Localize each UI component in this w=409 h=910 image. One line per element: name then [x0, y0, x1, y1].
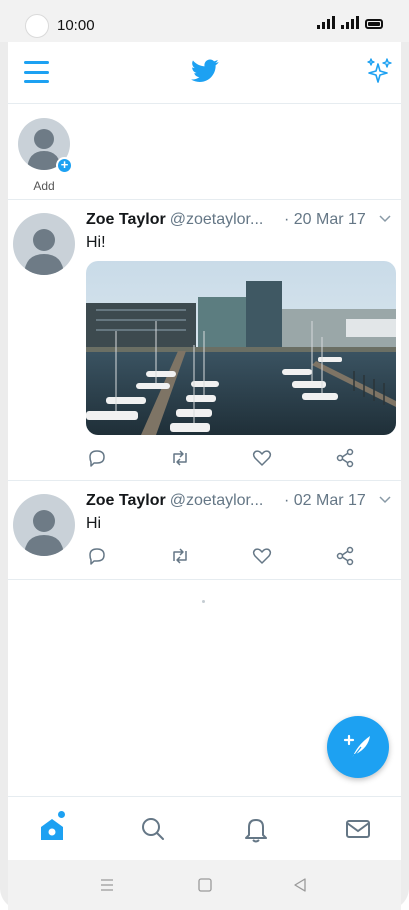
sparkle-icon[interactable] [365, 57, 393, 87]
menu-icon[interactable] [24, 61, 49, 83]
messages-icon[interactable] [344, 815, 372, 843]
retweet-icon[interactable] [169, 545, 191, 567]
tweet-date: · 02 Mar 17 [284, 492, 366, 509]
tweet-header: Zoe Taylor @zoetaylor... · 20 Mar 17 [86, 211, 396, 231]
search-icon[interactable] [139, 815, 167, 843]
tweet[interactable]: Zoe Taylor @zoetaylor... · 20 Mar 17 Hi! [8, 200, 401, 481]
fleets-row: + Add [8, 104, 401, 200]
tweet-photo[interactable] [86, 261, 396, 435]
wifi-signal-icon [341, 16, 359, 29]
system-nav-bar [8, 860, 401, 910]
status-time: 10:00 [57, 17, 95, 34]
plus-icon: + [56, 157, 73, 174]
reply-icon[interactable] [86, 447, 108, 469]
tweet-header: Zoe Taylor @zoetaylor... · 02 Mar 17 [86, 492, 396, 512]
like-icon[interactable] [251, 545, 273, 567]
tweet-text: Hi [86, 515, 102, 532]
home-nav-icon[interactable] [197, 877, 213, 893]
tweet-text: Hi! [86, 234, 106, 251]
tweet[interactable]: Zoe Taylor @zoetaylor... · 02 Mar 17 Hi [8, 481, 401, 580]
home-icon[interactable] [38, 815, 66, 843]
chevron-down-icon[interactable] [378, 212, 392, 226]
twitter-bird-icon [191, 59, 219, 82]
add-label: Add [33, 179, 55, 193]
home-notification-dot [58, 811, 65, 818]
tweet-actions [86, 447, 356, 469]
reply-icon[interactable] [86, 545, 108, 567]
recents-icon[interactable] [99, 877, 115, 893]
camera-cutout [25, 14, 49, 38]
tweet-actions [86, 545, 356, 567]
signal-icon [317, 16, 335, 29]
author-handle: @zoetaylor... [169, 211, 264, 228]
avatar[interactable] [13, 494, 75, 556]
status-bar: 10:00 [0, 0, 409, 42]
author-handle: @zoetaylor... [169, 492, 264, 509]
compose-tweet-button[interactable] [327, 716, 389, 778]
share-icon[interactable] [334, 545, 356, 567]
retweet-icon[interactable] [169, 447, 191, 469]
compose-tweet-icon [343, 734, 370, 761]
app-bar [8, 42, 401, 104]
system-indicators [317, 16, 383, 29]
loading-indicator [202, 600, 205, 603]
add-fleet[interactable]: + Add [18, 118, 73, 193]
battery-icon [365, 19, 383, 29]
share-icon[interactable] [334, 447, 356, 469]
author-name[interactable]: Zoe Taylor [86, 211, 166, 228]
avatar[interactable] [13, 213, 75, 275]
notifications-icon[interactable] [242, 815, 270, 843]
bottom-tab-bar [8, 796, 401, 859]
back-icon[interactable] [292, 877, 308, 893]
like-icon[interactable] [251, 447, 273, 469]
author-name[interactable]: Zoe Taylor [86, 492, 166, 509]
tweet-date: · 20 Mar 17 [284, 211, 366, 228]
chevron-down-icon[interactable] [378, 493, 392, 507]
